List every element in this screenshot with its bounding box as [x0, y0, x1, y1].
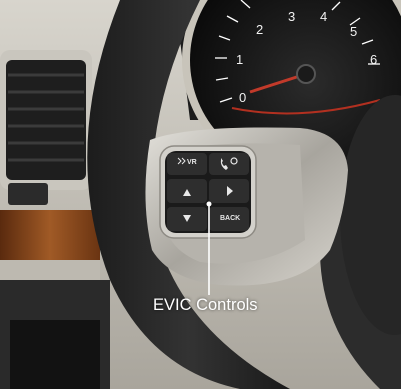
photo-stage: 0 1 2 3 4 5 6 VR BACK EVIC Controls	[0, 0, 401, 389]
wood-trim	[0, 210, 100, 260]
steering-wheel-photo	[0, 0, 401, 389]
evic-controls-caption: EVIC Controls	[153, 296, 258, 314]
gauge-number-6: 6	[370, 52, 378, 67]
voice-button-label: VR	[187, 159, 197, 166]
back-button-label: BACK	[220, 215, 241, 222]
phone-button[interactable]	[209, 153, 249, 175]
gauge-number-1: 1	[236, 52, 244, 67]
gauge-number-4: 4	[320, 9, 328, 24]
gauge-number-0: 0	[239, 90, 247, 105]
gauge-number-5: 5	[350, 24, 358, 39]
gauge-number-2: 2	[256, 22, 264, 37]
gauge-number-3: 3	[288, 9, 296, 24]
air-vent	[0, 50, 92, 205]
